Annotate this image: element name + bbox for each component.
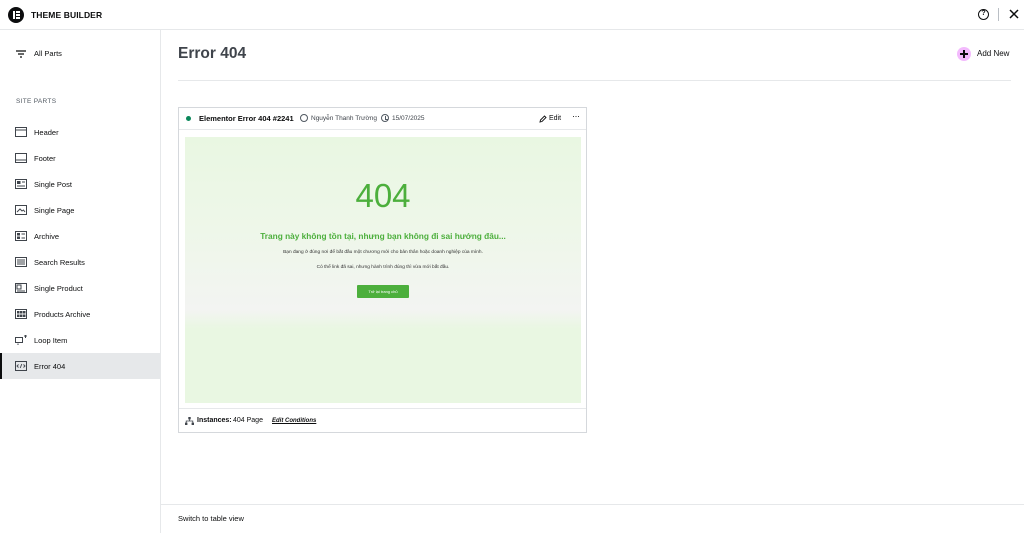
instances-value: 404 Page bbox=[233, 417, 263, 424]
close-icon[interactable] bbox=[1008, 8, 1020, 20]
status-dot-icon bbox=[186, 116, 191, 121]
card-author: Nguyễn Thanh Trường bbox=[311, 115, 377, 122]
sidebar-item-label: Products Archive bbox=[34, 310, 91, 319]
top-bar: THEME BUILDER ? bbox=[0, 0, 1024, 30]
switch-to-table-view-link[interactable]: Switch to table view bbox=[178, 514, 244, 523]
sidebar-item-label: Loop Item bbox=[34, 336, 68, 345]
preview-footer-band bbox=[185, 334, 581, 403]
card-footer: Instances: 404 Page Edit Conditions bbox=[179, 408, 586, 433]
page-title: Error 404 bbox=[178, 45, 247, 62]
instances-label: Instances: bbox=[197, 417, 232, 424]
divider bbox=[161, 504, 1024, 505]
loop-item-icon bbox=[15, 335, 27, 345]
edit-conditions-link[interactable]: Edit Conditions bbox=[272, 418, 316, 424]
help-icon[interactable]: ? bbox=[978, 9, 989, 20]
sidebar-item-label: Single Post bbox=[34, 180, 72, 189]
sidebar-item-label: All Parts bbox=[34, 49, 62, 58]
preview-home-button: Trở lại trang chủ bbox=[357, 285, 409, 298]
preview-heading: Trang này không tồn tại, nhưng bạn không… bbox=[260, 231, 506, 241]
template-card: Elementor Error 404 #2241 Nguyễn Thanh T… bbox=[178, 107, 587, 433]
sidebar-item-label: Footer bbox=[34, 154, 56, 163]
preview-text: Bạn đang ở đúng nơi để bắt đầu một chươn… bbox=[283, 250, 483, 255]
sitemap-icon bbox=[185, 417, 194, 425]
add-new-label: Add New bbox=[977, 49, 1010, 58]
archive-icon bbox=[15, 231, 27, 241]
edit-button[interactable]: Edit bbox=[539, 114, 565, 124]
sidebar-item-single-page[interactable]: Single Page bbox=[0, 197, 160, 223]
single-post-icon bbox=[15, 179, 27, 189]
sidebar: All Parts SITE PARTS Header Footer Singl… bbox=[0, 30, 161, 533]
elementor-logo-icon bbox=[8, 7, 24, 23]
edit-label: Edit bbox=[549, 115, 562, 122]
sidebar-item-error-404[interactable]: Error 404 bbox=[0, 353, 160, 379]
sidebar-item-archive[interactable]: Archive bbox=[0, 223, 160, 249]
add-new-button[interactable]: Add New bbox=[957, 47, 1015, 61]
sidebar-item-single-product[interactable]: Single Product bbox=[0, 275, 160, 301]
single-product-icon bbox=[15, 283, 27, 293]
sidebar-item-loop-item[interactable]: Loop Item bbox=[0, 327, 160, 353]
sidebar-item-footer[interactable]: Footer bbox=[0, 145, 160, 171]
divider bbox=[998, 8, 999, 21]
card-title: Elementor Error 404 #2241 bbox=[199, 114, 294, 123]
sidebar-item-label: Single Product bbox=[34, 284, 83, 293]
more-options-icon[interactable]: ··· bbox=[572, 111, 580, 121]
clock-icon bbox=[381, 114, 389, 122]
card-header: Elementor Error 404 #2241 Nguyễn Thanh T… bbox=[179, 108, 586, 130]
preview-text: Có thể link đã sai, nhưng hành trình đún… bbox=[316, 265, 450, 270]
template-preview[interactable]: 404 Trang này không tồn tại, nhưng bạn k… bbox=[185, 137, 581, 403]
products-archive-icon bbox=[15, 309, 27, 319]
card-date: 15/07/2025 bbox=[392, 115, 425, 122]
header-icon bbox=[15, 127, 27, 137]
error-404-icon bbox=[15, 361, 27, 371]
sidebar-item-label: Search Results bbox=[34, 258, 85, 267]
sidebar-item-search-results[interactable]: Search Results bbox=[0, 249, 160, 275]
pencil-icon bbox=[539, 115, 547, 123]
plus-icon bbox=[957, 47, 971, 61]
sidebar-item-header[interactable]: Header bbox=[0, 119, 160, 145]
divider bbox=[178, 80, 1011, 81]
preview-error-code: 404 bbox=[355, 177, 411, 214]
section-label: SITE PARTS bbox=[16, 98, 57, 105]
sidebar-item-label: Header bbox=[34, 128, 59, 137]
single-page-icon bbox=[15, 205, 27, 215]
user-icon bbox=[300, 114, 308, 122]
sidebar-item-label: Archive bbox=[34, 232, 60, 241]
footer-icon bbox=[15, 153, 27, 163]
search-results-icon bbox=[15, 257, 27, 267]
filter-icon bbox=[16, 50, 26, 58]
app-title: THEME BUILDER bbox=[31, 10, 103, 20]
sidebar-item-single-post[interactable]: Single Post bbox=[0, 171, 160, 197]
sidebar-item-all-parts[interactable]: All Parts bbox=[0, 43, 160, 65]
sidebar-item-label: Error 404 bbox=[34, 362, 66, 371]
sidebar-item-products-archive[interactable]: Products Archive bbox=[0, 301, 160, 327]
sidebar-item-label: Single Page bbox=[34, 206, 75, 215]
